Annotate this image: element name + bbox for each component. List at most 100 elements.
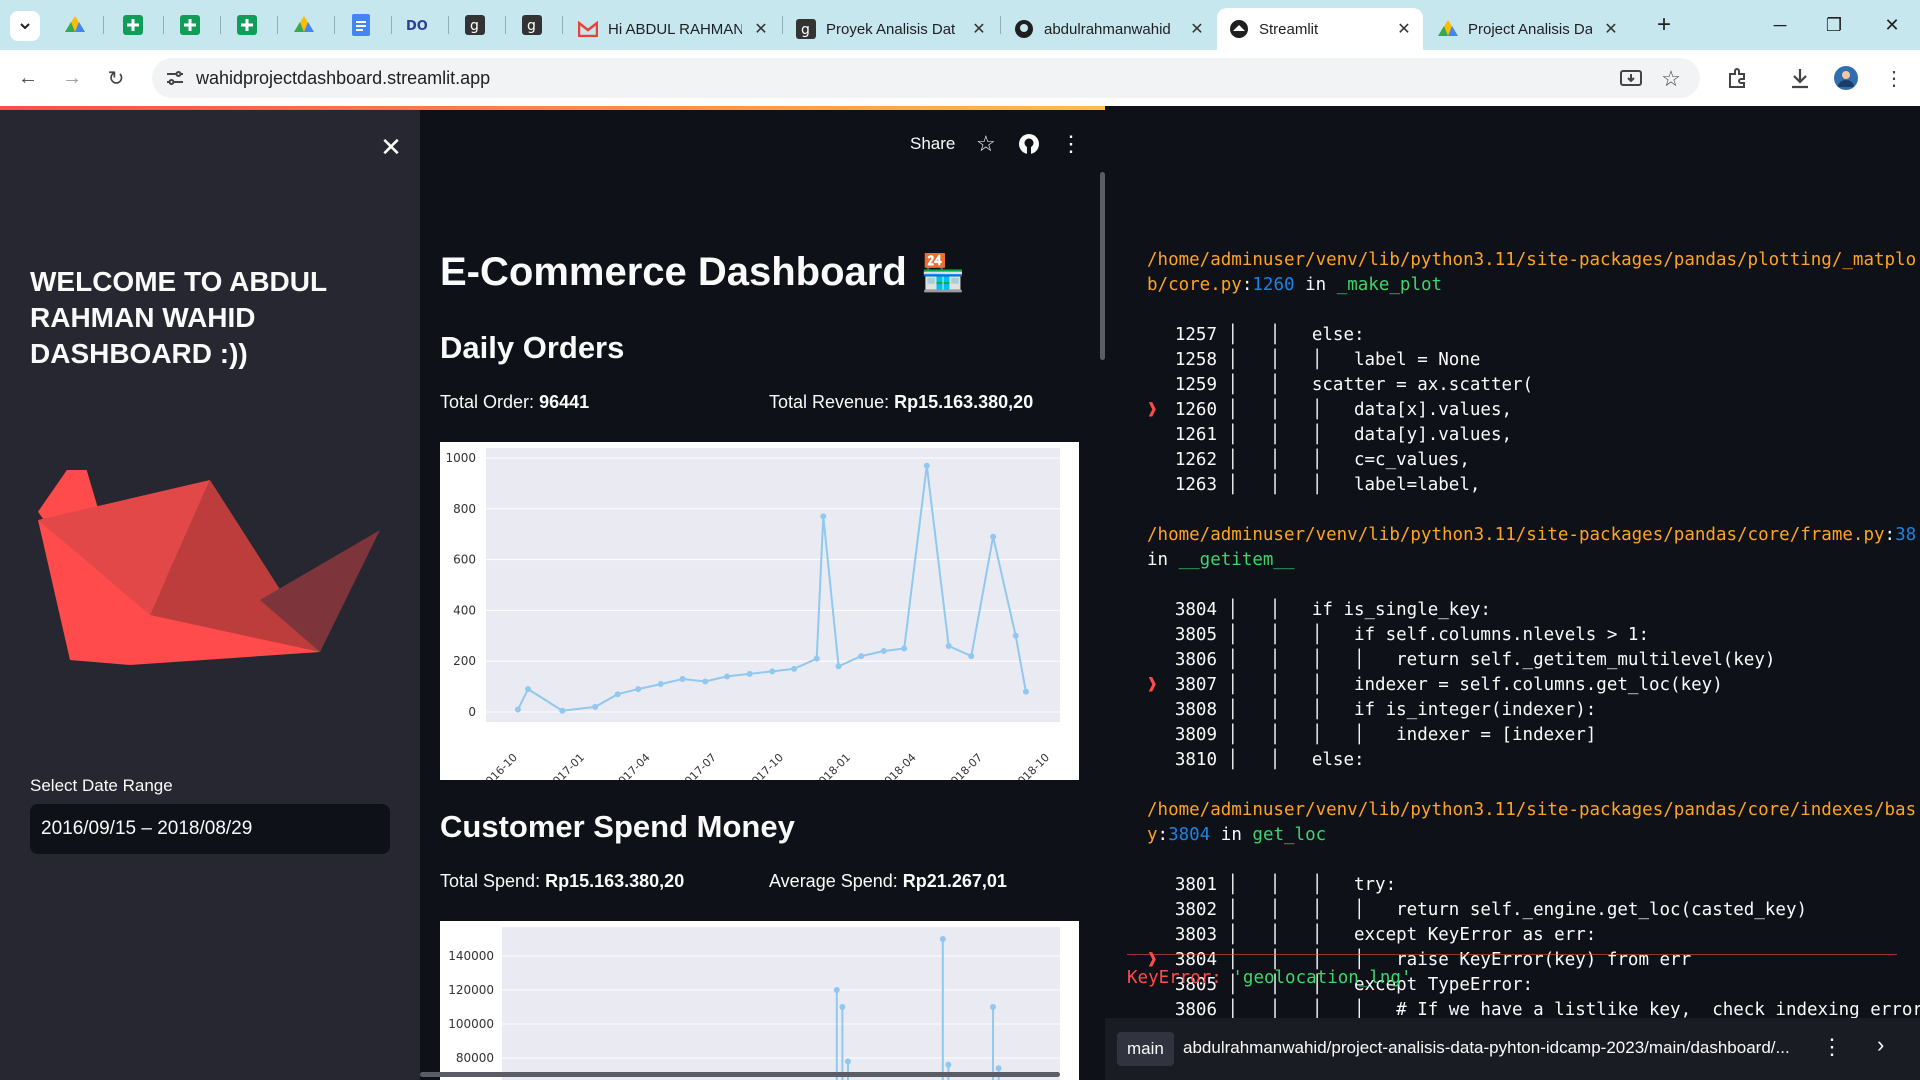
code-text: │ │ │ if is_integer(indexer): xyxy=(1227,700,1597,720)
address-bar[interactable]: wahidprojectdashboard.streamlit.app ☆ xyxy=(152,58,1700,98)
code-text: │ │ │ try: xyxy=(1227,875,1397,895)
data-point xyxy=(525,686,532,693)
tab-github[interactable]: abdulrahmanwahid ✕ xyxy=(1002,8,1216,50)
minimize-button[interactable]: ─ xyxy=(1760,10,1800,40)
code-text: │ │ else: xyxy=(1227,325,1365,345)
site-settings-icon[interactable] xyxy=(164,67,186,89)
close-window-button[interactable]: ✕ xyxy=(1872,10,1912,40)
data-point xyxy=(702,678,709,685)
code-line-number: 3806 xyxy=(1174,1000,1217,1018)
plus-sheet-icon xyxy=(237,15,257,35)
function-name: _make_plot xyxy=(1336,275,1443,295)
y-tick-label: 600 xyxy=(453,553,476,567)
daily-orders-heading: Daily Orders xyxy=(440,330,625,365)
url-text: wahidprojectdashboard.streamlit.app xyxy=(196,68,491,88)
x-tick-label: 2018-07 xyxy=(943,751,985,780)
date-range-input[interactable]: 2016/09/15 – 2018/08/29 xyxy=(30,804,390,854)
y-tick-label: 400 xyxy=(453,603,476,617)
code-line-number: 3808 xyxy=(1174,700,1217,720)
x-tick-label: 2017-04 xyxy=(611,751,653,780)
data-point xyxy=(679,675,686,682)
plus-sheet-icon xyxy=(123,15,143,35)
close-icon[interactable]: ✕ xyxy=(968,18,990,40)
data-point xyxy=(1022,688,1029,695)
browser-menu-button[interactable]: ⋮ xyxy=(1878,62,1910,94)
star-icon[interactable]: ☆ xyxy=(976,130,996,158)
code-line-number: 3807 xyxy=(1174,675,1217,695)
dicoding-pinned-tab[interactable]: DO xyxy=(406,13,430,37)
close-icon: ✕ xyxy=(380,131,402,162)
code-text: │ │ │ │ raise KeyError(key) from err xyxy=(1227,950,1692,970)
share-button[interactable]: Share xyxy=(910,130,955,158)
browser-tab-strip: DO g g Hi ABDUL RAHMAN ✕ g Proyek Analis… xyxy=(0,0,1920,50)
extensions-button[interactable] xyxy=(1722,62,1754,94)
data-point xyxy=(945,1061,952,1068)
customer-spend-heading: Customer Spend Money xyxy=(440,809,795,844)
drive-pinned-tab[interactable] xyxy=(63,13,87,37)
profile-avatar[interactable] xyxy=(1830,62,1862,94)
data-point xyxy=(990,1004,997,1010)
tab-search-button[interactable] xyxy=(10,11,40,41)
install-app-icon[interactable] xyxy=(1618,66,1644,92)
sheets-pinned-tab[interactable] xyxy=(178,13,202,37)
forward-button[interactable]: → xyxy=(56,62,88,94)
bookmark-star-icon[interactable]: ☆ xyxy=(1658,66,1684,92)
kebab-menu-icon[interactable]: ⋮ xyxy=(1821,1034,1843,1060)
drive-pinned-tab[interactable] xyxy=(292,13,316,37)
x-tick-label: 2017-01 xyxy=(545,751,587,780)
code-text: │ │ │ │ return self._engine.get_loc(cast… xyxy=(1227,900,1808,920)
traceback-file-path-cont: in __getitem__ xyxy=(1147,550,1295,570)
drive-icon xyxy=(294,16,314,32)
close-icon[interactable]: ✕ xyxy=(1393,18,1415,40)
repo-path[interactable]: abdulrahmanwahid/project-analisis-data-p… xyxy=(1183,1038,1790,1058)
traceback-file-path-cont: b/core.py:1260 in _make_plot xyxy=(1147,275,1443,295)
traceback-code-line: 3804 │ │ if is_single_key: xyxy=(1157,600,1491,620)
restore-button[interactable]: ❐ xyxy=(1814,10,1854,40)
docs-pinned-tab[interactable] xyxy=(349,13,373,37)
avatar-icon xyxy=(1834,66,1858,90)
data-point xyxy=(858,653,865,660)
tab-gmail[interactable]: Hi ABDUL RAHMAN ✕ xyxy=(566,8,780,50)
close-icon[interactable]: ✕ xyxy=(750,18,772,40)
data-point xyxy=(968,653,975,660)
data-point xyxy=(833,987,840,993)
close-sidebar-button[interactable]: ✕ xyxy=(376,132,406,162)
data-point xyxy=(820,513,827,520)
chevron-right-icon[interactable]: › xyxy=(1877,1032,1884,1058)
close-icon[interactable]: ✕ xyxy=(1600,18,1622,40)
g-pinned-tab[interactable]: g xyxy=(520,13,544,37)
y-tick-label: 1000 xyxy=(445,451,476,465)
tab-dicoding[interactable]: g Proyek Analisis Dat ✕ xyxy=(784,8,998,50)
close-icon[interactable]: ✕ xyxy=(1186,18,1208,40)
sheets-pinned-tab[interactable] xyxy=(235,13,259,37)
downloads-button[interactable] xyxy=(1784,62,1816,94)
traceback-code-line: ❱ 1260 │ │ │ data[x].values, xyxy=(1147,400,1512,420)
y-tick-label: 140000 xyxy=(448,949,494,963)
docs-icon xyxy=(352,14,370,36)
page-title: E-Commerce Dashboard 🏪 xyxy=(440,250,966,294)
sheets-pinned-tab[interactable] xyxy=(121,13,145,37)
back-button[interactable]: ← xyxy=(12,62,44,94)
data-point xyxy=(901,645,908,652)
code-line-number: 3806 xyxy=(1174,650,1217,670)
customer-spend-chart: 80000 100000 120000 140000 xyxy=(440,921,1079,1080)
kebab-menu-icon[interactable]: ⋮ xyxy=(1060,130,1082,158)
g-pinned-tab[interactable]: g xyxy=(463,13,487,37)
code-line-number: 1258 xyxy=(1174,350,1217,370)
traceback-code-line: ❱ 3804 │ │ │ │ raise KeyError(key) from e… xyxy=(1147,950,1692,970)
line-number-link: 38 xyxy=(1895,525,1917,545)
total-order-metric: Total Order: 96441 xyxy=(440,392,590,412)
dicoding-icon: DO xyxy=(406,19,428,32)
file-path: b/core.py xyxy=(1147,275,1242,295)
traceback-code-line: 3808 │ │ │ if is_integer(indexer): xyxy=(1157,700,1596,720)
drive-icon xyxy=(1438,19,1458,39)
horizontal-scrollbar[interactable] xyxy=(420,1072,1060,1077)
traceback-code-line: 1258 │ │ │ label = None xyxy=(1157,350,1481,370)
new-tab-button[interactable]: + xyxy=(1644,10,1684,40)
reload-button[interactable]: ↻ xyxy=(100,62,132,94)
arrow-left-icon: ← xyxy=(18,66,38,89)
github-icon[interactable] xyxy=(1018,130,1040,158)
tab-drive-project[interactable]: Project Analisis Dat ✕ xyxy=(1426,8,1630,50)
code-line-number: 3802 xyxy=(1174,900,1217,920)
tab-streamlit[interactable]: Streamlit ✕ xyxy=(1217,8,1423,50)
